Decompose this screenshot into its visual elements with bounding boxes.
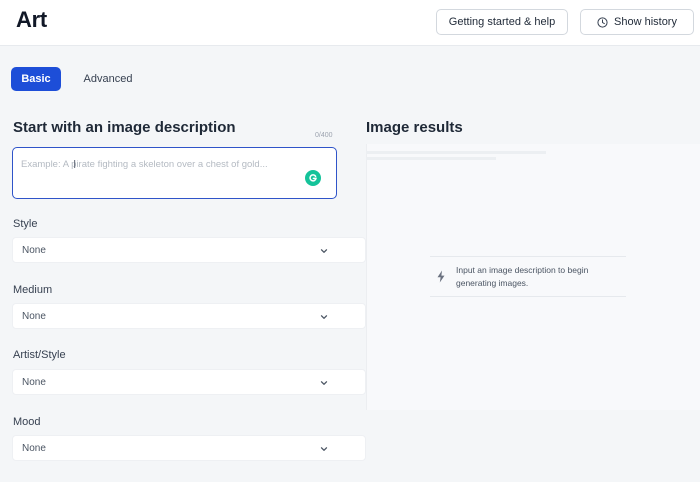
mood-select-value: None: [22, 442, 46, 454]
description-section-title: Start with an image description: [13, 119, 236, 136]
medium-select[interactable]: None: [12, 303, 366, 329]
artist-style-select[interactable]: None: [12, 369, 366, 395]
style-select[interactable]: None: [12, 237, 366, 263]
medium-label: Medium: [13, 284, 53, 296]
results-placeholder-bar: [366, 157, 496, 160]
history-button-label: Show history: [614, 16, 677, 28]
page-title: Art: [16, 7, 47, 32]
show-history-button[interactable]: Show history: [580, 9, 694, 35]
tab-advanced[interactable]: Advanced: [72, 67, 144, 91]
grammarly-icon[interactable]: [305, 170, 321, 186]
tab-basic[interactable]: Basic: [11, 67, 61, 91]
character-count: 0/400: [315, 132, 333, 139]
results-empty-message: Input an image description to begin gene…: [456, 265, 589, 288]
help-button-label: Getting started & help: [448, 16, 556, 28]
artist-style-select-value: None: [22, 376, 46, 388]
chevron-down-icon: [320, 447, 328, 451]
text-cursor-icon: I: [73, 158, 77, 171]
style-label: Style: [13, 218, 38, 230]
chevron-down-icon: [320, 381, 328, 385]
artist-style-label: Artist/Style: [13, 349, 66, 361]
mood-select[interactable]: None: [12, 435, 366, 461]
clock-icon: [597, 16, 608, 28]
bolt-icon: [437, 270, 445, 283]
results-placeholder-bar: [366, 151, 546, 154]
results-empty-state: Input an image description to begin gene…: [430, 256, 626, 297]
medium-select-value: None: [22, 310, 46, 322]
chevron-down-icon: [320, 249, 328, 253]
top-bar: Art Getting started & help Show history: [0, 0, 700, 46]
image-description-input[interactable]: [21, 154, 311, 174]
results-section-title: Image results: [366, 119, 463, 136]
getting-started-help-button[interactable]: Getting started & help: [436, 9, 568, 35]
mood-label: Mood: [13, 416, 41, 428]
chevron-down-icon: [320, 315, 328, 319]
image-description-field[interactable]: [12, 147, 337, 199]
style-select-value: None: [22, 244, 46, 256]
